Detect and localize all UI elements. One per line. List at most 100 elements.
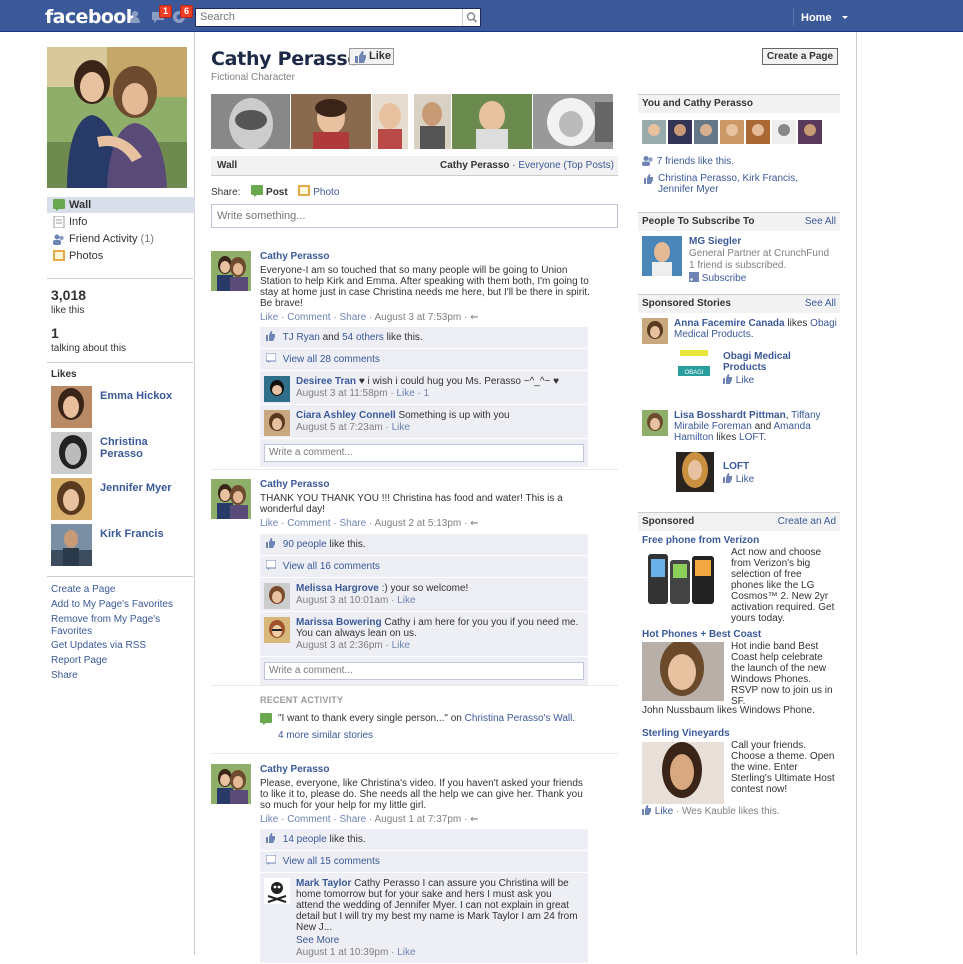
sponsored-page-title[interactable]: Obagi Medical Products xyxy=(723,351,833,373)
view-all-comments[interactable]: View all 15 comments xyxy=(260,851,588,873)
sponsored-page-title[interactable]: LOFT xyxy=(723,461,833,472)
post-actions[interactable]: Like · Comment · Share · xyxy=(260,518,374,529)
strip-photo[interactable] xyxy=(372,94,408,149)
page-category[interactable]: Fictional Character xyxy=(211,72,295,83)
comment-time[interactable]: August 5 at 7:23am · xyxy=(296,422,392,433)
commenter-avatar[interactable] xyxy=(264,878,290,904)
likes-count[interactable]: 3,018 xyxy=(51,287,86,303)
liked-page-item[interactable]: Jennifer Myer xyxy=(51,478,191,520)
comment-time[interactable]: August 1 at 10:39pm · xyxy=(296,947,397,958)
ad-title[interactable]: Free phone from Verizon xyxy=(642,535,840,546)
more-similar-stories-link[interactable]: 4 more similar stories xyxy=(260,730,600,741)
nav-wall[interactable]: Wall xyxy=(47,197,195,213)
story-avatar[interactable] xyxy=(642,410,668,436)
friend-thumbnail[interactable] xyxy=(798,120,822,144)
story-page[interactable]: LOFT xyxy=(739,432,763,443)
liker-name[interactable]: TJ Ryan xyxy=(283,332,320,343)
comment-author[interactable]: Ciara Ashley Connell xyxy=(296,410,396,421)
post-time[interactable]: August 1 at 7:37pm · xyxy=(374,814,470,825)
liked-page-thumbnail[interactable] xyxy=(51,386,92,428)
commenter-avatar[interactable] xyxy=(264,410,290,436)
loft-thumbnail[interactable] xyxy=(676,452,714,492)
post-time[interactable]: August 2 at 5:13pm · xyxy=(374,518,470,529)
post-author[interactable]: Cathy Perasso xyxy=(260,479,590,491)
post-actions[interactable]: Like · Comment · Share · xyxy=(260,814,374,825)
liked-page-item[interactable]: Kirk Francis xyxy=(51,524,191,566)
see-all-link[interactable]: See All xyxy=(805,216,836,227)
liked-page-name[interactable]: Jennifer Myer xyxy=(100,482,172,494)
suggested-person-name[interactable]: MG Siegler xyxy=(689,236,839,247)
friend-thumbnail[interactable] xyxy=(694,120,718,144)
comment-like-link[interactable]: Like xyxy=(392,422,410,433)
story-avatar[interactable] xyxy=(642,318,668,344)
liked-page-thumbnail[interactable] xyxy=(51,432,92,474)
ad-like-link[interactable]: Like xyxy=(655,806,673,817)
friend-thumbnail[interactable] xyxy=(668,120,692,144)
share-link[interactable]: Share xyxy=(51,670,78,682)
comment-like-link[interactable]: Like xyxy=(397,595,415,606)
create-page-button[interactable]: Create a Page xyxy=(762,48,838,65)
strip-photo[interactable] xyxy=(211,94,290,149)
post-author[interactable]: Cathy Perasso xyxy=(260,764,590,776)
report-page-link[interactable]: Report Page xyxy=(51,655,107,667)
comment-like-link[interactable]: Like xyxy=(392,640,410,651)
comment-author[interactable]: Desiree Tran xyxy=(296,376,356,387)
friends-list[interactable]: Christina Perasso, Kirk Francis, Jennife… xyxy=(658,173,798,195)
post-time[interactable]: August 3 at 7:53pm · xyxy=(374,312,470,323)
post-actions[interactable]: Like · Comment · Share · xyxy=(260,312,374,323)
nav-friend-activity[interactable]: Friend Activity (1) xyxy=(47,231,195,247)
remove-favorites-link[interactable]: Remove from My Page's Favorites xyxy=(51,614,161,638)
liked-page-item[interactable]: Christina Perasso xyxy=(51,432,191,474)
wall-filter-name[interactable]: Cathy Perasso xyxy=(440,160,509,171)
write-comment-input[interactable]: Write a comment... xyxy=(264,662,584,680)
share-post-tab[interactable]: Post xyxy=(251,185,288,198)
comment-author[interactable]: Melissa Hargrove xyxy=(296,583,379,594)
comment-like-link[interactable]: Like xyxy=(396,388,414,399)
account-menu-icon[interactable] xyxy=(838,10,852,24)
notifications-icon[interactable]: 6 xyxy=(172,5,194,24)
likers[interactable]: 90 people xyxy=(283,539,327,550)
comment-time[interactable]: August 3 at 11:58pm · xyxy=(296,388,396,399)
likers-others[interactable]: 54 others xyxy=(342,332,384,343)
post-author-avatar[interactable] xyxy=(211,479,251,519)
ad-image-woman[interactable] xyxy=(642,742,724,804)
view-all-comments[interactable]: View all 16 comments xyxy=(260,556,588,578)
create-page-link[interactable]: Create a Page xyxy=(51,584,116,596)
comment-time[interactable]: August 3 at 10:01am · xyxy=(296,595,397,606)
friend-requests-icon[interactable] xyxy=(129,10,145,24)
friends-like-link[interactable]: 7 friends like this. xyxy=(657,156,734,167)
friend-thumbnail[interactable] xyxy=(642,120,666,144)
wall-filter-dropdown[interactable]: Everyone (Top Posts) xyxy=(518,160,614,171)
facebook-logo[interactable]: facebook xyxy=(45,6,138,28)
subscribe-action[interactable]: Subscribe xyxy=(689,272,839,284)
comment-time[interactable]: August 3 at 2:36pm · xyxy=(296,640,392,651)
liked-page-name[interactable]: Kirk Francis xyxy=(100,528,164,540)
nav-photos[interactable]: Photos xyxy=(47,248,195,264)
commenter-avatar[interactable] xyxy=(264,617,290,643)
friend-thumbnail[interactable] xyxy=(720,120,744,144)
ad-title[interactable]: Sterling Vineyards xyxy=(642,728,840,739)
share-photo-tab[interactable]: Photo xyxy=(298,185,339,198)
friend-thumbnail[interactable] xyxy=(746,120,770,144)
likers[interactable]: 14 people xyxy=(283,834,327,845)
strip-photo[interactable] xyxy=(452,94,532,149)
strip-photo[interactable] xyxy=(291,94,371,149)
messages-icon[interactable]: 1 xyxy=(151,5,173,24)
friend-thumbnail[interactable] xyxy=(772,120,796,144)
commenter-avatar[interactable] xyxy=(264,376,290,402)
like-page-button[interactable]: Like xyxy=(349,48,394,65)
search-input[interactable]: Search xyxy=(195,8,481,27)
strip-photo[interactable] xyxy=(533,94,613,149)
search-icon[interactable] xyxy=(462,9,480,26)
see-more-link[interactable]: See More xyxy=(296,935,582,946)
comment-author[interactable]: Marissa Bowering xyxy=(296,617,382,628)
liked-page-thumbnail[interactable] xyxy=(51,478,92,520)
liked-page-name[interactable]: Emma Hickox xyxy=(100,390,172,402)
strip-photo[interactable] xyxy=(414,94,451,149)
nav-info[interactable]: Info xyxy=(47,214,195,230)
commenter-avatar[interactable] xyxy=(264,583,290,609)
rss-link[interactable]: Get Updates via RSS xyxy=(51,640,146,652)
story-actor[interactable]: Lisa Bosshardt Pittman xyxy=(674,410,786,421)
profile-picture[interactable] xyxy=(47,47,187,188)
story-actor[interactable]: Anna Facemire Canada xyxy=(674,318,785,329)
